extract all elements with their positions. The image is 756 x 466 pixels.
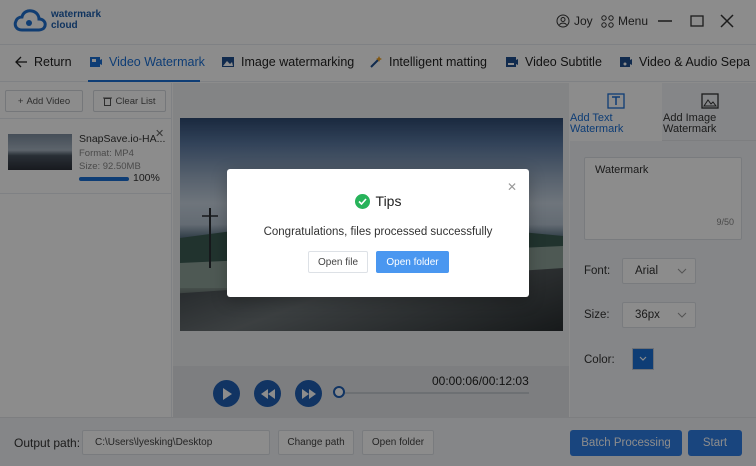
open-file-button[interactable]: Open file <box>308 251 368 273</box>
dialog-title: Tips <box>227 193 529 209</box>
tips-dialog: ✕ Tips Congratulations, files processed … <box>227 169 529 297</box>
close-icon[interactable]: ✕ <box>507 180 517 194</box>
dialog-title-text: Tips <box>375 193 402 209</box>
dialog-open-folder-button[interactable]: Open folder <box>376 251 449 273</box>
check-circle-icon <box>354 193 370 209</box>
dialog-message: Congratulations, files processed success… <box>263 226 493 238</box>
